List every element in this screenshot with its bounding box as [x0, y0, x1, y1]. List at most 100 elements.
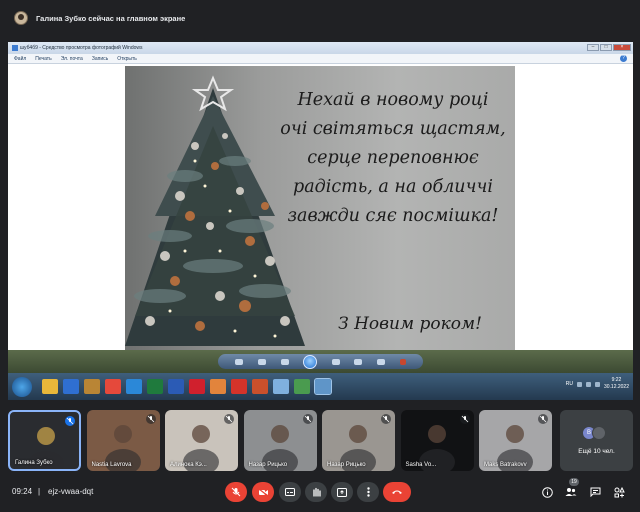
hang-up-icon [392, 490, 402, 494]
muted-mic-icon [302, 414, 313, 424]
participant-tile[interactable]: Nastia Lavrova [86, 410, 160, 471]
participant-tile[interactable]: Назар Рицько [322, 410, 395, 471]
help-icon: ? [620, 55, 627, 62]
greeting-line: завжди сяє посмішка! [287, 206, 499, 226]
participant-name: Галина Зубко [15, 460, 53, 466]
participant-avatar [592, 426, 606, 440]
chat-icon [590, 487, 600, 497]
more-participants-tile[interactable]: В Ещё 10 чел. [560, 410, 633, 471]
photo-viewer-icon [273, 379, 289, 394]
acrobat-icon [231, 379, 247, 394]
greeting-line: серце переповнює [307, 148, 479, 168]
media-player-icon [63, 379, 79, 394]
people-button[interactable] [564, 485, 578, 499]
participant-name: Sasha Vo... [405, 462, 437, 468]
window-title: шуб4б9 - Средство просмотра фотографий W… [20, 45, 143, 51]
participant-tile[interactable]: Галина Зубко [8, 410, 81, 471]
muted-mic-icon [224, 414, 234, 424]
meeting-info-button[interactable] [540, 485, 554, 499]
info-icon [541, 486, 553, 498]
photo-area: Нехай в новому році очі світяться щастям… [8, 64, 633, 350]
greeting-text: Нехай в новому році очі світяться щастям… [277, 86, 509, 231]
paint-icon [210, 379, 226, 394]
greeting-footer: З Новим роком! [338, 314, 482, 334]
minimize-icon: – [587, 44, 599, 51]
start-button-icon [12, 376, 32, 397]
present-icon [337, 487, 347, 497]
more-participants-label: Ещё 10 чел. [578, 448, 615, 455]
muted-mic-icon [65, 416, 75, 426]
notification-text: Галина Зубко сейчас на главном экране [36, 13, 186, 23]
more-vert-icon [366, 487, 370, 497]
opera-icon [189, 379, 205, 394]
volume-icon [594, 381, 600, 387]
raise-hand-button[interactable] [305, 482, 327, 502]
camera-toggle-button[interactable] [252, 482, 274, 502]
language-indicator: RU [565, 381, 573, 387]
participant-name: Maks Batrakovv [484, 462, 527, 468]
muted-mic-icon [538, 414, 548, 424]
activities-button[interactable] [612, 485, 626, 499]
network-icon [585, 381, 591, 387]
tray-date: 30.12.2022 [603, 384, 629, 390]
chrome-2-icon [294, 379, 310, 394]
greeting-line: очі світяться щастям, [280, 119, 506, 139]
participant-name: Назар Рицько [327, 462, 366, 468]
people-count-badge: 19 [569, 478, 579, 486]
window-menu: Файл Печать Эл. почта Запись Открыть ? [8, 54, 633, 64]
participant-tile[interactable]: Maks Batrakovv [479, 410, 552, 471]
camera-off-icon [258, 488, 268, 496]
photo-viewer-active-icon [314, 378, 332, 395]
leave-call-button[interactable] [383, 482, 411, 502]
fit-icon [257, 358, 266, 365]
hand-icon [312, 487, 321, 497]
tray-clock: 9:22 30.12.2022 [604, 377, 629, 391]
window-title-bar: шуб4б9 - Средство просмотра фотографий W… [8, 42, 633, 54]
divider: | [38, 487, 41, 496]
greeting-line: радість, а на обличчі [293, 177, 493, 197]
participant-name: Nastia Lavrova [91, 462, 132, 468]
muted-mic-icon [145, 414, 156, 424]
menu-item-email: Эл. почта [60, 55, 83, 62]
folder-icon [84, 379, 100, 394]
zoom-icon [235, 358, 244, 365]
maximize-icon: □ [600, 44, 612, 51]
internet-explorer-icon [126, 379, 142, 394]
captions-button[interactable] [279, 482, 301, 502]
menu-item-file: Файл [14, 55, 27, 62]
participant-tile[interactable]: Назар Рицько [243, 410, 317, 471]
microphone-toggle-button[interactable] [225, 482, 247, 502]
mic-off-icon [231, 487, 241, 497]
captions-icon [285, 488, 295, 496]
participant-name: Назар Рицько [248, 462, 288, 468]
presenter-avatar [14, 11, 28, 25]
menu-item-open: Открыть [117, 55, 137, 62]
participant-strip: Галина Зубко Nastia Lavrova Алинока Кэ... Н… [8, 410, 633, 472]
rotate-right-icon [377, 358, 386, 365]
previous-icon [280, 358, 289, 365]
delete-icon [399, 358, 406, 365]
photo-viewer-controls [8, 350, 633, 373]
present-screen-button[interactable] [331, 482, 353, 502]
chat-button[interactable] [588, 485, 602, 499]
muted-mic-icon [381, 414, 391, 424]
excel-icon [147, 379, 163, 394]
menu-item-burn: Запись [91, 55, 109, 62]
presenter-notification: Галина Зубко сейчас на главном экране [0, 0, 640, 36]
windows-taskbar: RU 9:22 30.12.2022 [8, 373, 633, 400]
participant-tile[interactable]: Sasha Vo... [400, 410, 474, 471]
next-icon [331, 358, 340, 365]
photo-viewer-app-icon [12, 45, 18, 51]
close-icon: × [613, 44, 631, 51]
bluetooth-icon [576, 381, 582, 387]
explorer-icon [42, 379, 58, 394]
participant-name: Алинока Кэ... [170, 462, 207, 468]
menu-item-print: Печать [35, 55, 52, 62]
activities-icon [614, 486, 625, 497]
tray-time: 9:22 [611, 377, 622, 383]
more-options-button[interactable] [357, 482, 379, 502]
word-icon [168, 379, 184, 394]
participant-tile[interactable]: Алинока Кэ... [165, 410, 238, 471]
rotate-left-icon [354, 358, 363, 365]
shared-screen: шуб4б9 - Средство просмотра фотографий W… [8, 42, 633, 400]
